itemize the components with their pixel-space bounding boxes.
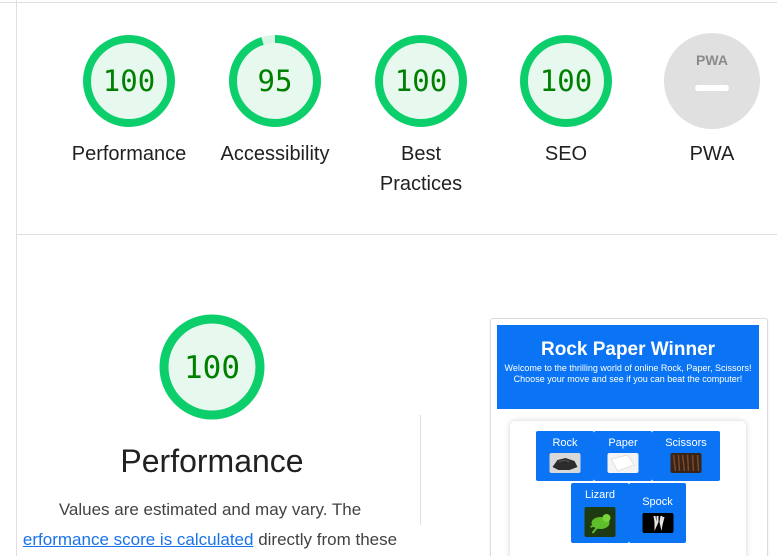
label-line: Best <box>400 143 442 165</box>
gauge-score: 100 <box>540 64 592 98</box>
section-score: 100 <box>184 350 240 386</box>
spock-hand-thumbnail-icon <box>642 513 673 533</box>
section-divider <box>17 234 777 235</box>
gauge-pwa[interactable]: PWA PWA <box>652 33 772 169</box>
gauge-best-practices[interactable]: 100 Best Practices <box>361 33 481 199</box>
choice-scissors-button[interactable]: Scissors <box>652 431 720 481</box>
preview-title: Rock Paper Winner <box>540 339 716 360</box>
choice-rock-button[interactable]: Rock <box>536 431 594 481</box>
score-ring: 100 <box>520 35 612 127</box>
score-ring: 100 <box>83 35 175 127</box>
performance-section-gauge[interactable]: 100 <box>158 313 266 426</box>
gauge-label: Performance <box>71 143 187 165</box>
top-border <box>0 2 777 3</box>
lizard-thumbnail-icon <box>584 507 616 537</box>
label-line: Practices <box>379 173 463 195</box>
pwa-dash-icon <box>695 85 729 91</box>
final-screenshot-preview[interactable]: Rock Paper Winner Welcome to the thrilli… <box>490 318 768 556</box>
choice-lizard-button[interactable]: Lizard <box>571 483 629 543</box>
choice-label: Lizard <box>585 489 615 501</box>
gauge-score: 100 <box>395 64 447 98</box>
description-line: Values are estimated and may vary. The <box>58 500 362 519</box>
choice-label: Spock <box>642 496 673 508</box>
performance-description: Values are estimated and may vary. The e… <box>0 495 420 555</box>
score-calculation-link[interactable]: erformance score is calculated <box>23 530 254 549</box>
pwa-badge-text: PWA <box>696 52 728 68</box>
choice-label: Paper <box>608 437 638 449</box>
performance-title: Performance <box>120 443 304 479</box>
paper-thumbnail-icon <box>607 453 639 473</box>
choice-label: Scissors <box>665 437 707 449</box>
gauge-performance[interactable]: 100 Performance <box>69 33 189 169</box>
gauge-seo[interactable]: 100 SEO <box>506 33 626 169</box>
score-ring: 95 <box>229 35 321 127</box>
column-divider <box>420 415 421 525</box>
lighthouse-report: 100 Performance 95 Accessibility 100 Bes… <box>0 0 777 556</box>
description-suffix: directly from these <box>253 530 398 549</box>
gauge-accessibility[interactable]: 95 Accessibility <box>215 33 335 169</box>
left-border <box>16 0 17 556</box>
gauge-label: Accessibility <box>220 143 330 165</box>
pwa-badge-bg <box>664 33 760 129</box>
choice-paper-button[interactable]: Paper <box>594 431 652 481</box>
preview-header: Rock Paper Winner Welcome to the thrilli… <box>497 325 759 409</box>
rock-thumbnail-icon <box>549 453 581 473</box>
choice-label: Rock <box>552 437 578 449</box>
description-line: erformance score is calculated directly … <box>0 525 420 555</box>
gauge-label: PWA <box>689 143 735 165</box>
scissors-thumbnail-icon <box>670 453 702 473</box>
score-ring: 100 <box>375 35 467 127</box>
score-ring: 100 <box>159 314 265 420</box>
gauge-label: Best Practices <box>361 139 481 199</box>
pwa-badge-icon: PWA <box>664 33 760 129</box>
gauge-label: SEO <box>544 143 588 165</box>
gauge-score: 100 <box>103 64 155 98</box>
choice-spock-button[interactable]: Spock <box>629 483 686 543</box>
gauge-score: 95 <box>258 64 293 98</box>
preview-subtitle: Welcome to the thrilling world of online… <box>504 363 752 384</box>
choices-panel: Rock Paper Scissors Lizard Spock <box>510 421 746 556</box>
